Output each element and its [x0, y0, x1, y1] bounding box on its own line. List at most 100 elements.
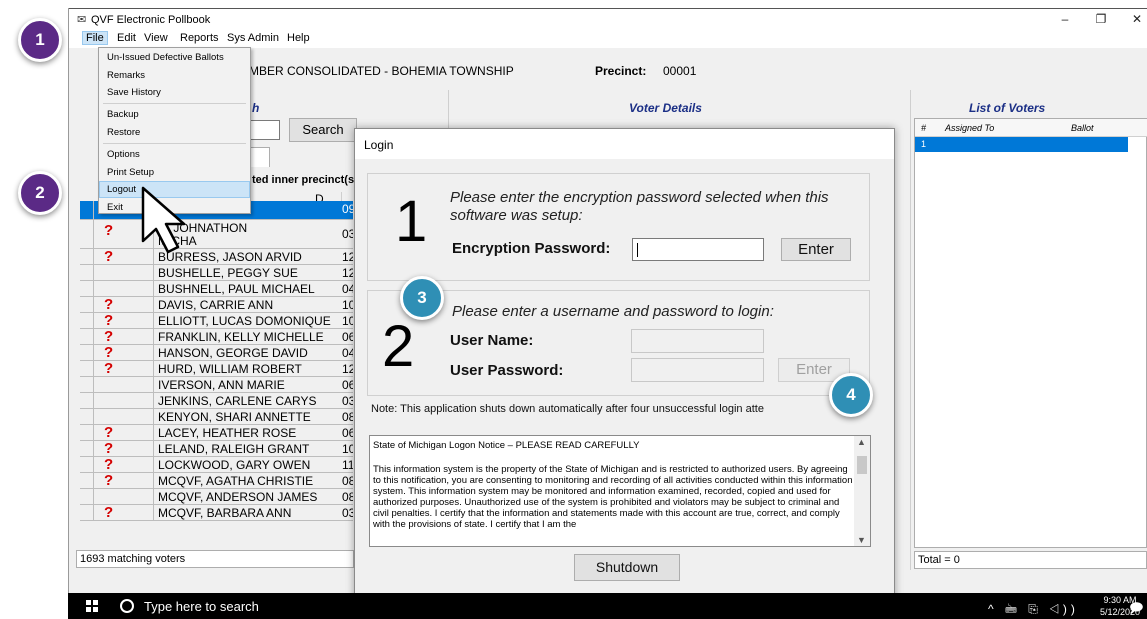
- scroll-thumb[interactable]: [857, 456, 867, 474]
- voter-d-value: 10: [342, 314, 353, 328]
- voter-row[interactable]: ? D, JOHNATHON MICHA 03: [80, 220, 353, 249]
- voter-row[interactable]: ? HANSON, GEORGE DAVID 04: [80, 344, 353, 361]
- voter-row[interactable]: ? HURD, WILLIAM ROBERT 12: [80, 360, 353, 377]
- scroll-up-icon[interactable]: ▲: [857, 437, 866, 447]
- login-title: Login: [355, 129, 894, 159]
- row-selector[interactable]: [80, 425, 94, 440]
- voter-row[interactable]: ? MCQVF, BARBARA ANN 03: [80, 504, 353, 521]
- encryption-section: 1 Please enter the encryption password s…: [367, 173, 870, 281]
- voter-row[interactable]: BUSHNELL, PAUL MICHAEL 04: [80, 281, 353, 297]
- menu-item-options[interactable]: Options: [99, 146, 250, 163]
- row-selector[interactable]: [80, 329, 94, 344]
- notice-scrollbar[interactable]: ▲ ▼: [854, 436, 870, 546]
- list-row[interactable]: 1: [915, 137, 1128, 152]
- row-selector[interactable]: [80, 297, 94, 312]
- menu-item-backup[interactable]: Backup: [99, 106, 250, 123]
- step-1-number: 1: [395, 189, 428, 254]
- row-selector[interactable]: [80, 249, 94, 264]
- row-selector[interactable]: [80, 473, 94, 488]
- user-password-input[interactable]: [631, 358, 764, 382]
- taskbar: Type here to search ^ 🖮 ⎘ ◁)) 9:30 AM 5/…: [68, 593, 1147, 619]
- search-icon[interactable]: [120, 599, 134, 613]
- minimize-button[interactable]: –: [1053, 11, 1077, 27]
- menu-item-print-setup[interactable]: Print Setup: [99, 164, 250, 181]
- search-button[interactable]: Search: [289, 118, 357, 142]
- voter-row[interactable]: ? ELLIOTT, LUCAS DOMONIQUE 10: [80, 312, 353, 329]
- row-selector[interactable]: [80, 393, 94, 408]
- voter-name: MCQVF, BARBARA ANN: [158, 506, 292, 520]
- menu-edit[interactable]: Edit: [117, 32, 136, 44]
- system-tray-icons[interactable]: ^ 🖮 ⎘ ◁)): [988, 600, 1079, 619]
- row-selector[interactable]: [80, 281, 94, 296]
- voter-row[interactable]: ? LOCKWOOD, GARY OWEN 11: [80, 456, 353, 473]
- encryption-password-input[interactable]: [632, 238, 764, 261]
- row-selector[interactable]: [80, 201, 94, 219]
- menu-sys-admin[interactable]: Sys Admin: [227, 32, 279, 44]
- restore-button[interactable]: ❐: [1089, 11, 1113, 27]
- menu-reports[interactable]: Reports: [180, 32, 219, 44]
- voter-row[interactable]: ? LACEY, HEATHER ROSE 06: [80, 424, 353, 441]
- voter-row[interactable]: KENYON, SHARI ANNETTE 08: [80, 409, 353, 425]
- row-selector[interactable]: [80, 220, 94, 248]
- flag-cell: [94, 489, 154, 504]
- flag-cell: ?: [94, 440, 154, 457]
- voter-d-value: 04: [342, 346, 353, 360]
- scroll-down-icon[interactable]: ▼: [857, 535, 866, 545]
- row-selector[interactable]: [80, 361, 94, 376]
- row-selector[interactable]: [80, 377, 94, 392]
- voter-row[interactable]: ? MCQVF, AGATHA CHRISTIE 08: [80, 472, 353, 489]
- menu-help[interactable]: Help: [287, 32, 310, 44]
- menu-view[interactable]: View: [144, 32, 168, 44]
- voter-row[interactable]: JENKINS, CARLENE CARYS 03: [80, 393, 353, 409]
- taskbar-search[interactable]: Type here to search: [144, 599, 259, 614]
- question-mark-icon: ?: [104, 360, 114, 377]
- flag-cell: ?: [94, 360, 154, 377]
- voter-name: JENKINS, CARLENE CARYS: [158, 394, 317, 408]
- voter-name: HANSON, GEORGE DAVID: [158, 346, 308, 360]
- voter-name: MCQVF, AGATHA CHRISTIE: [158, 474, 314, 488]
- row-selector[interactable]: [80, 409, 94, 424]
- menu-item-restore[interactable]: Restore: [99, 124, 250, 141]
- callout-1: 1: [18, 18, 62, 62]
- voter-d-value: 03: [342, 506, 353, 520]
- voter-row[interactable]: MCQVF, ANDERSON JAMES 08: [80, 489, 353, 505]
- voter-row[interactable]: ? BURRESS, JASON ARVID 12: [80, 248, 353, 265]
- voter-name: DAVIS, CARRIE ANN: [158, 298, 274, 312]
- row-selector[interactable]: [80, 489, 94, 504]
- question-mark-icon: ?: [104, 504, 114, 521]
- menu-item-save-history[interactable]: Save History: [99, 84, 250, 101]
- encryption-password-label: Encryption Password:: [452, 240, 611, 257]
- close-button[interactable]: ✕: [1125, 11, 1147, 27]
- menu-item-unissued-defective-ballots[interactable]: Un-Issued Defective Ballots: [99, 49, 250, 66]
- row-selector[interactable]: [80, 441, 94, 456]
- voter-row[interactable]: ? FRANKLIN, KELLY MICHELLE 06: [80, 328, 353, 345]
- username-input[interactable]: [631, 329, 764, 353]
- menu-file[interactable]: File: [82, 31, 108, 45]
- row-selector[interactable]: [80, 457, 94, 472]
- list-col-ballot[interactable]: Ballot: [1071, 123, 1094, 133]
- row-selector[interactable]: [80, 345, 94, 360]
- username-label: User Name:: [450, 332, 534, 349]
- voter-row[interactable]: IVERSON, ANN MARIE 06: [80, 377, 353, 393]
- flag-cell: ?: [94, 344, 154, 361]
- notification-icon[interactable]: 🗩: [1129, 599, 1143, 619]
- encryption-enter-button[interactable]: Enter: [781, 238, 851, 261]
- shutdown-button[interactable]: Shutdown: [574, 554, 680, 581]
- windows-start-icon[interactable]: [86, 600, 98, 612]
- flag-cell: ?: [94, 296, 154, 313]
- row-selector[interactable]: [80, 505, 94, 520]
- list-col-number[interactable]: #: [921, 123, 926, 133]
- row-selector[interactable]: [80, 313, 94, 328]
- voter-row[interactable]: ? LELAND, RALEIGH GRANT 10: [80, 440, 353, 457]
- text-caret: [637, 243, 638, 257]
- row-selector[interactable]: [80, 265, 94, 280]
- flag-cell: [94, 377, 154, 392]
- voter-d-value: 03: [342, 227, 353, 241]
- voter-name: IVERSON, ANN MARIE: [158, 378, 285, 392]
- voter-row[interactable]: ? DAVIS, CARRIE ANN 10: [80, 296, 353, 313]
- voter-d-value: 12: [342, 266, 353, 280]
- voter-details-title: Voter Details: [629, 101, 702, 115]
- voter-row[interactable]: BUSHELLE, PEGGY SUE 12: [80, 265, 353, 281]
- menu-item-remarks[interactable]: Remarks: [99, 67, 250, 84]
- list-col-assigned-to[interactable]: Assigned To: [945, 123, 994, 133]
